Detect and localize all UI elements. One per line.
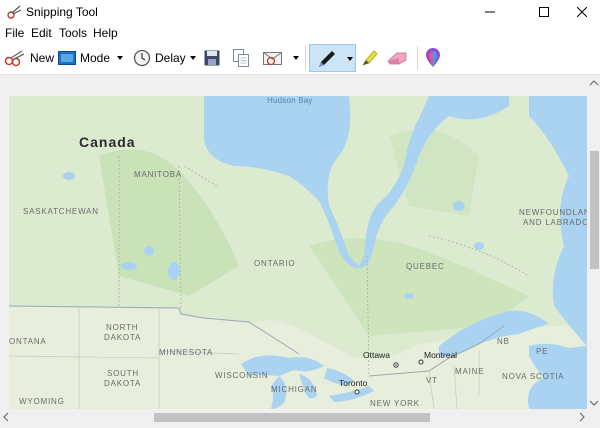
pen-button[interactable]: [309, 44, 356, 72]
window-title: Snipping Tool: [26, 5, 98, 19]
toolbar-separator: [305, 46, 306, 70]
mode-icon: [58, 51, 76, 65]
map-label-new-york: NEW YORK: [370, 399, 420, 408]
delay-clock-icon: [133, 49, 151, 67]
delay-label: Delay: [155, 51, 186, 65]
pen-icon: [319, 51, 335, 67]
maximize-icon: [539, 7, 549, 17]
toolbar-separator: [417, 46, 418, 70]
map-label-nb: NB: [497, 337, 510, 346]
map-label-pe: PE: [536, 347, 549, 356]
map-label-north-dakota: DAKOTA: [104, 333, 142, 342]
map-label-south-dakota: DAKOTA: [104, 379, 142, 388]
map-label-ottawa: Ottawa: [363, 350, 390, 360]
mode-dropdown-arrow-icon[interactable]: [115, 51, 125, 65]
copy-button[interactable]: [233, 45, 249, 71]
map-label-nova-scotia: NOVA SCOTIA: [502, 372, 565, 381]
map-label-south: SOUTH: [107, 369, 139, 378]
delay-dropdown-arrow-icon[interactable]: [188, 51, 198, 65]
mode-button[interactable]: Mode: [58, 45, 110, 71]
paint3d-icon: [426, 48, 440, 67]
map-label-michigan: MICHIGAN: [271, 385, 318, 394]
menu-file[interactable]: File: [5, 26, 24, 40]
new-snip-icon: [4, 50, 25, 67]
scroll-up-arrow-icon[interactable]: [589, 79, 599, 87]
map-label-north: NORTH: [106, 323, 139, 332]
new-snip-button[interactable]: New: [4, 45, 54, 71]
vertical-scroll-thumb[interactable]: [590, 151, 599, 269]
pen-dropdown-arrow-icon[interactable]: [345, 53, 355, 65]
title-bar: Snipping Tool: [0, 0, 600, 24]
horizontal-scroll-thumb[interactable]: [154, 413, 430, 422]
highlighter-button[interactable]: [360, 45, 380, 71]
save-button[interactable]: [204, 45, 220, 71]
close-button[interactable]: [560, 0, 600, 24]
menu-edit[interactable]: Edit: [31, 26, 52, 40]
eraser-icon: [387, 52, 407, 65]
toolbar: New Mode Delay: [0, 42, 600, 74]
map-label-wyoming: WYOMING: [19, 397, 65, 406]
map-label-saskatchewan: SASKATCHEWAN: [23, 207, 99, 216]
map-label-quebec: QUEBEC: [406, 262, 445, 271]
map-label-toronto: Toronto: [339, 378, 368, 388]
scroll-right-arrow-icon[interactable]: [578, 412, 586, 422]
map-label-vt: VT: [426, 376, 438, 385]
minimize-button[interactable]: [468, 0, 512, 24]
highlighter-icon: [362, 50, 378, 66]
map-label-montana: ONTANA: [9, 337, 47, 346]
menu-bar: File Edit Tools Help: [0, 24, 600, 42]
captured-map-image[interactable]: Hudson Bay Canada MANITOBA SASKATCHEWAN …: [9, 96, 587, 409]
copy-icon: [233, 49, 249, 67]
map-label-labrador: AND LABRADO: [523, 218, 587, 227]
close-icon: [577, 7, 587, 17]
map-label-montreal: Montreal: [424, 350, 458, 360]
new-label: New: [30, 51, 55, 65]
map-label-canada: Canada: [79, 134, 136, 150]
send-email-icon: [263, 52, 282, 66]
map-label-minnesota: MINNESOTA: [159, 348, 214, 357]
menu-help[interactable]: Help: [93, 26, 118, 40]
map-label-newfoundland: NEWFOUNDLAN: [519, 208, 587, 217]
eraser-button[interactable]: [386, 45, 408, 71]
map-label-manitoba: MANITOBA: [134, 170, 183, 179]
map-label-maine: MAINE: [455, 367, 485, 376]
edit-with-paint3d-button[interactable]: [424, 45, 442, 71]
map-label-hudson-bay: Hudson Bay: [267, 96, 313, 105]
snip-canvas-area: Hudson Bay Canada MANITOBA SASKATCHEWAN …: [0, 74, 600, 428]
map-label-ontario: ONTARIO: [254, 259, 296, 268]
save-icon: [204, 50, 220, 66]
mode-label: Mode: [80, 51, 111, 65]
send-dropdown-arrow-icon[interactable]: [291, 51, 301, 65]
minimize-icon: [485, 11, 495, 13]
delay-button[interactable]: Delay: [133, 45, 186, 71]
scroll-left-arrow-icon[interactable]: [2, 412, 10, 422]
map-label-wisconsin: WISCONSIN: [215, 371, 269, 380]
menu-tools[interactable]: Tools: [59, 26, 87, 40]
scroll-down-arrow-icon[interactable]: [589, 399, 599, 407]
send-snip-button[interactable]: [263, 45, 285, 71]
snipping-tool-icon: [7, 5, 22, 19]
